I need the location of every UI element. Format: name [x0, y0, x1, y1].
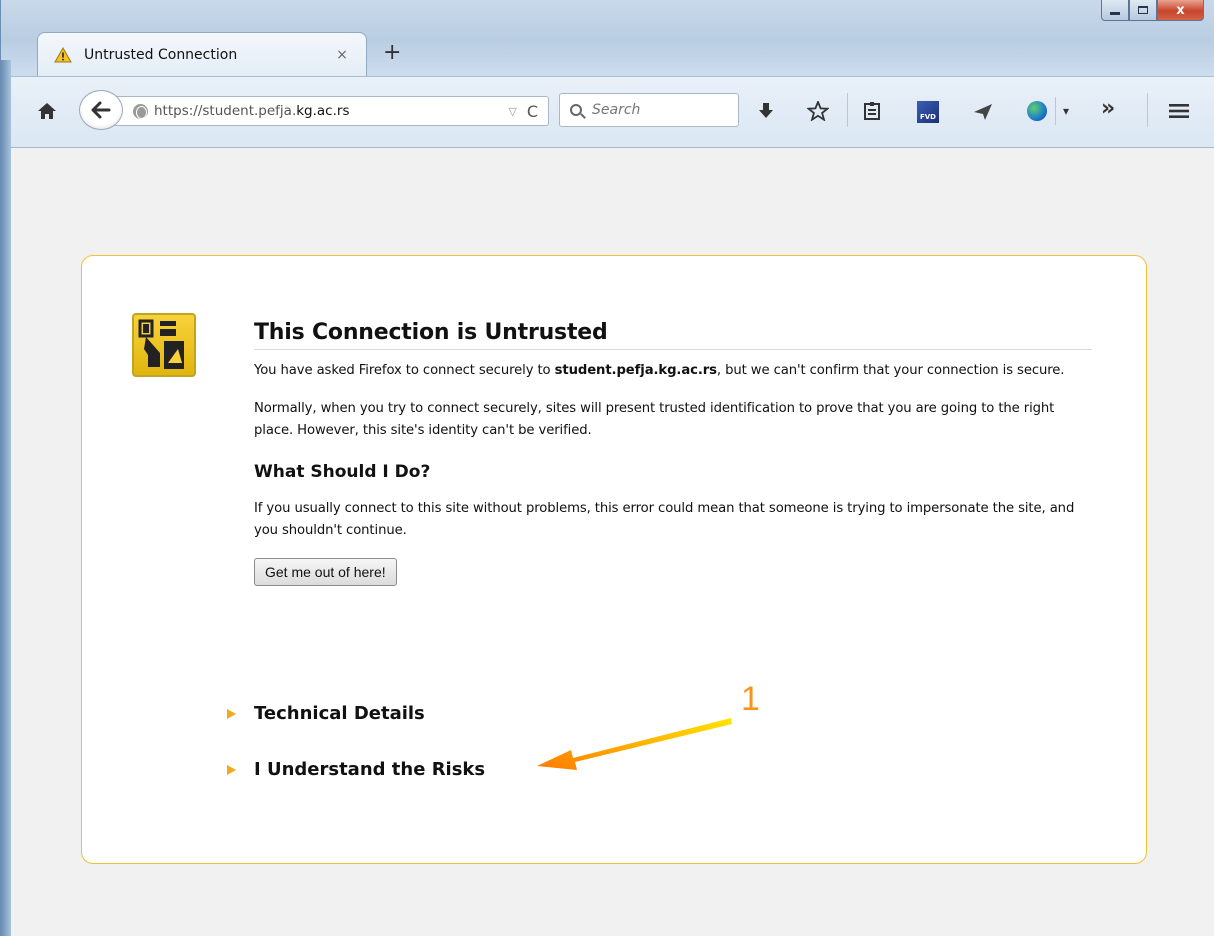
hamburger-menu-icon[interactable] — [1169, 103, 1189, 119]
window-controls: x — [1101, 0, 1204, 22]
send-icon[interactable] — [973, 103, 993, 121]
tab-close-icon[interactable]: × — [334, 47, 350, 63]
window-close-button[interactable]: x — [1157, 0, 1204, 21]
expand-triangle-icon — [227, 708, 236, 719]
url-history-dropdown-icon[interactable]: ▽ — [508, 105, 516, 118]
url-bar[interactable]: https://student.pefja.kg.ac.rs ▽ C — [111, 96, 549, 126]
url-text[interactable]: https://student.pefja.kg.ac.rs — [154, 103, 508, 119]
what-should-i-do-heading: What Should I Do? — [254, 462, 431, 482]
browser-window: x Untrusted Connection × + https://stude… — [0, 0, 1214, 936]
error-paragraph-3: If you usually connect to this site with… — [254, 501, 1075, 538]
technical-details-expander[interactable]: Technical Details — [227, 703, 425, 724]
page-content: This Connection is Untrusted You have as… — [11, 147, 1214, 936]
toolbar-separator — [1147, 93, 1148, 127]
new-tab-button[interactable]: + — [383, 42, 401, 64]
toolbar-separator — [1055, 97, 1056, 125]
home-icon[interactable] — [37, 101, 57, 121]
globe-extension-icon[interactable] — [1027, 101, 1047, 121]
close-icon: x — [1176, 2, 1185, 18]
toolbar-separator — [847, 93, 848, 127]
download-icon[interactable] — [757, 101, 775, 121]
maximize-button[interactable] — [1129, 0, 1157, 21]
error-paragraph-1: You have asked Firefox to connect secure… — [254, 363, 1065, 378]
globe-icon — [133, 103, 148, 119]
error-content: This Connection is Untrusted You have as… — [254, 320, 1092, 586]
overflow-chevron-icon[interactable]: » — [1101, 98, 1115, 120]
officer-icon — [138, 319, 184, 369]
minimize-button[interactable] — [1101, 0, 1129, 21]
extension-dropdown-icon[interactable]: ▾ — [1063, 101, 1069, 121]
bookmark-star-icon[interactable] — [807, 101, 829, 121]
annotation-number: 1 — [741, 680, 760, 718]
warning-icon — [54, 46, 72, 62]
navigation-toolbar: https://student.pefja.kg.ac.rs ▽ C Searc… — [11, 76, 1214, 146]
tab-untrusted-connection[interactable]: Untrusted Connection × — [37, 32, 367, 76]
expand-triangle-icon — [227, 764, 236, 775]
understand-risks-label: I Understand the Risks — [254, 759, 486, 780]
annotation-arrow-icon — [537, 718, 732, 770]
bookmarks-menu-icon[interactable] — [863, 101, 881, 121]
technical-details-label: Technical Details — [254, 703, 425, 724]
error-title: This Connection is Untrusted — [254, 320, 1092, 350]
search-placeholder: Search — [592, 102, 641, 118]
search-icon — [570, 104, 582, 116]
maximize-icon — [1138, 6, 1148, 14]
tab-title: Untrusted Connection — [84, 46, 238, 63]
minimize-icon — [1110, 11, 1120, 15]
back-arrow-icon — [91, 101, 111, 119]
error-paragraph-2: Normally, when you try to connect secure… — [254, 401, 1055, 438]
window-edge — [1, 60, 11, 936]
certificate-error-badge — [132, 313, 196, 377]
get-me-out-button[interactable]: Get me out of here! — [254, 558, 397, 586]
understand-risks-expander[interactable]: I Understand the Risks — [227, 759, 485, 780]
search-input[interactable]: Search — [559, 93, 739, 127]
fvd-extension-icon[interactable]: FVD — [917, 101, 939, 123]
reload-icon[interactable]: C — [527, 102, 538, 121]
back-button[interactable] — [79, 90, 123, 130]
